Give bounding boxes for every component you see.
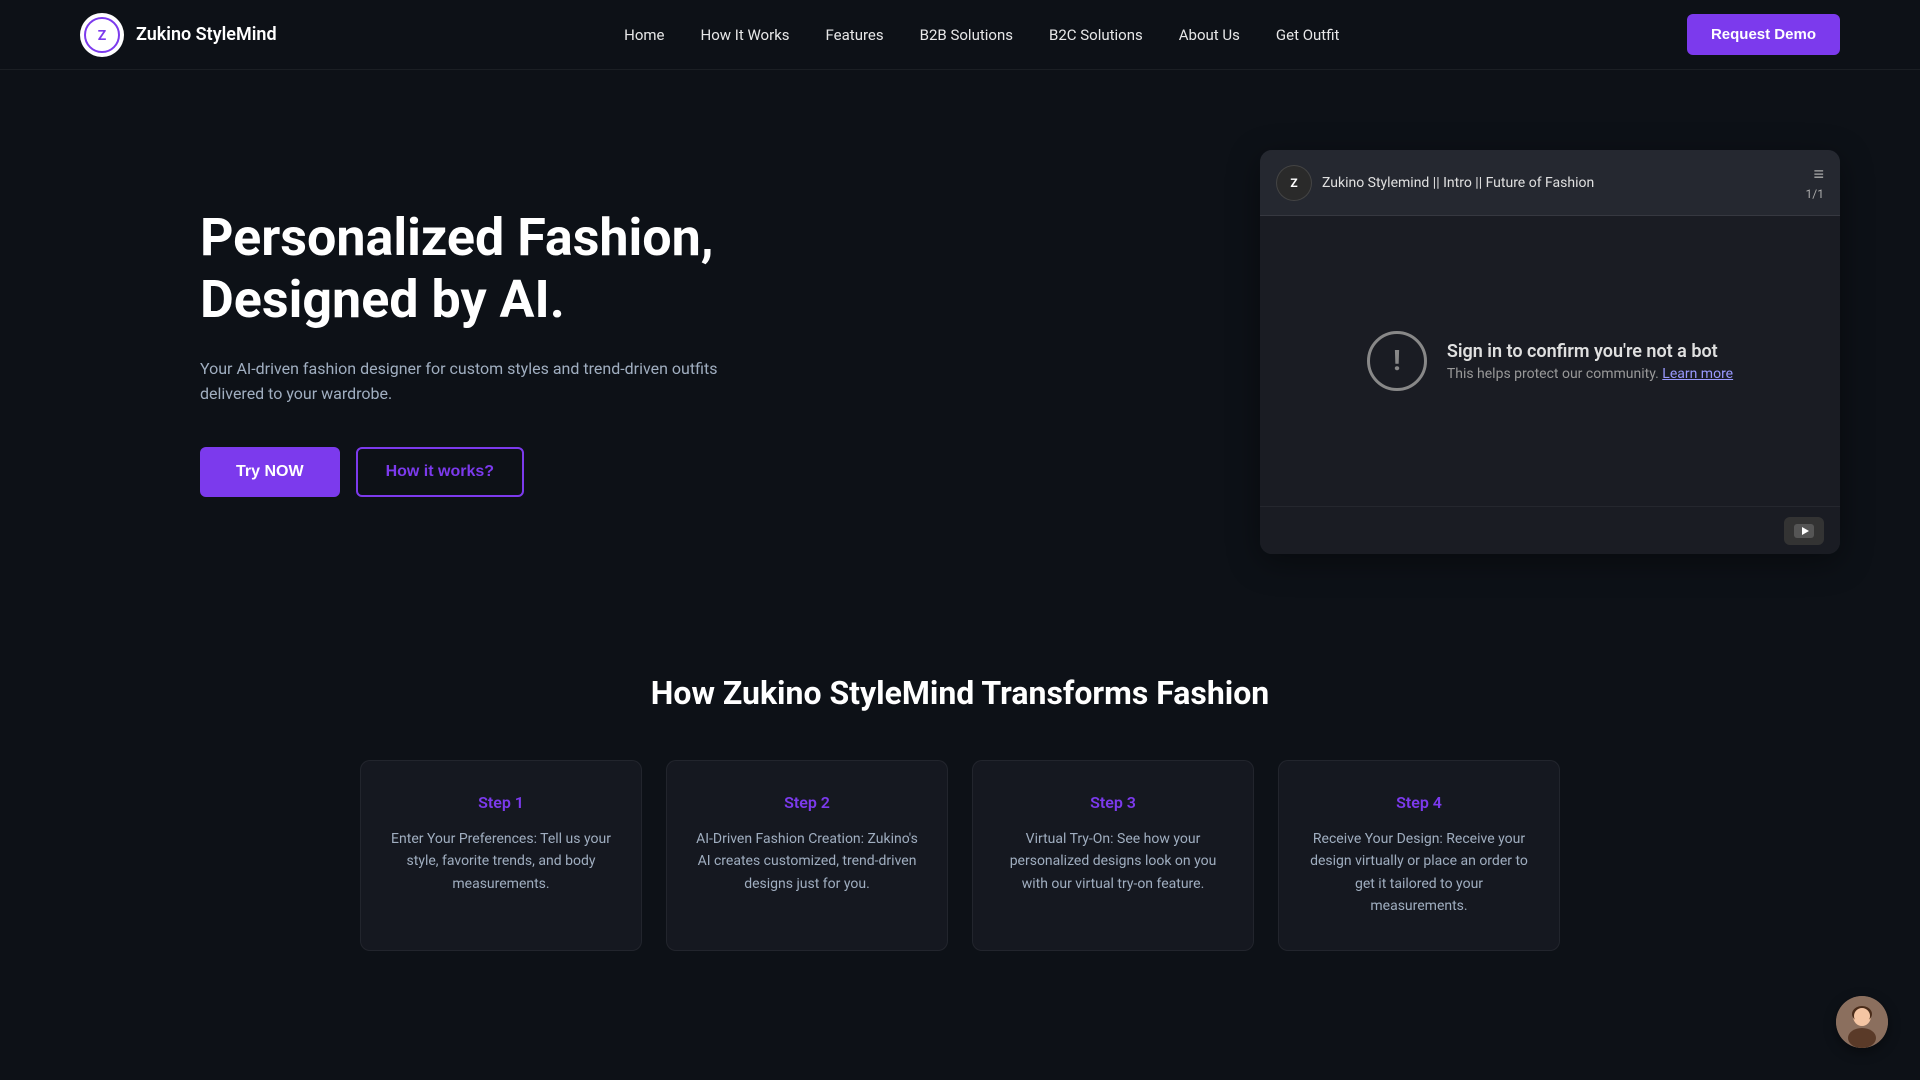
steps-grid: Step 1 Enter Your Preferences: Tell us y… — [360, 760, 1560, 951]
chat-avatar — [1836, 996, 1888, 1048]
request-demo-button[interactable]: Request Demo — [1687, 14, 1840, 55]
playlist-icon: ≡ — [1813, 164, 1824, 185]
step-card-1: Step 1 Enter Your Preferences: Tell us y… — [360, 760, 642, 951]
hero-section: Personalized Fashion, Designed by AI. Yo… — [0, 70, 1920, 614]
playlist-count: 1/1 — [1806, 187, 1824, 201]
step-card-3: Step 3 Virtual Try-On: See how your pers… — [972, 760, 1254, 951]
svg-text:Z: Z — [98, 28, 107, 44]
hero-subtitle: Your AI-driven fashion designer for cust… — [200, 356, 720, 407]
step-1-desc: Enter Your Preferences: Tell us your sty… — [389, 828, 613, 895]
step-3-desc: Virtual Try-On: See how your personalize… — [1001, 828, 1225, 895]
step-1-label: Step 1 — [389, 793, 613, 812]
video-header-left: Z Zukino Stylemind || Intro || Future of… — [1276, 165, 1594, 201]
step-2-desc: AI-Driven Fashion Creation: Zukino's AI … — [695, 828, 919, 895]
step-4-label: Step 4 — [1307, 793, 1531, 812]
how-it-works-button[interactable]: How it works? — [356, 447, 524, 497]
nav-features[interactable]: Features — [826, 26, 884, 44]
sign-in-text: Sign in to confirm you're not a bot This… — [1447, 341, 1733, 382]
sign-in-heading: Sign in to confirm you're not a bot — [1447, 341, 1733, 362]
step-card-4: Step 4 Receive Your Design: Receive your… — [1278, 760, 1560, 951]
sign-in-desc: This helps protect our community. Learn … — [1447, 366, 1733, 382]
learn-more-link[interactable]: Learn more — [1662, 366, 1733, 382]
nav-b2b[interactable]: B2B Solutions — [920, 26, 1013, 44]
video-footer — [1260, 506, 1840, 554]
navbar: Z Zukino StyleMind Home How It Works Fea… — [0, 0, 1920, 70]
try-now-button[interactable]: Try NOW — [200, 447, 340, 497]
brand[interactable]: Z Zukino StyleMind — [80, 13, 277, 57]
sign-in-prompt: ! Sign in to confirm you're not a bot Th… — [1367, 331, 1733, 391]
video-container: Z Zukino Stylemind || Intro || Future of… — [1260, 150, 1840, 554]
video-header: Z Zukino Stylemind || Intro || Future of… — [1260, 150, 1840, 216]
step-2-label: Step 2 — [695, 793, 919, 812]
nav-get-outfit[interactable]: Get Outfit — [1276, 26, 1340, 44]
video-body: ! Sign in to confirm you're not a bot Th… — [1260, 216, 1840, 506]
nav-links: Home How It Works Features B2B Solutions… — [624, 25, 1339, 44]
video-header-right: ≡ 1/1 — [1806, 164, 1824, 201]
svg-text:Z: Z — [1290, 176, 1297, 190]
nav-b2c[interactable]: B2C Solutions — [1049, 26, 1143, 44]
hero-title: Personalized Fashion, Designed by AI. — [200, 207, 820, 332]
brand-logo: Z — [80, 13, 124, 57]
nav-home[interactable]: Home — [624, 26, 664, 44]
nav-about[interactable]: About Us — [1179, 26, 1240, 44]
alert-icon: ! — [1367, 331, 1427, 391]
hero-video: Z Zukino Stylemind || Intro || Future of… — [1260, 150, 1840, 554]
how-it-works-section: How Zukino StyleMind Transforms Fashion … — [0, 614, 1920, 1031]
step-4-desc: Receive Your Design: Receive your design… — [1307, 828, 1531, 918]
nav-how-it-works[interactable]: How It Works — [701, 26, 790, 44]
hero-content: Personalized Fashion, Designed by AI. Yo… — [200, 207, 820, 497]
hero-buttons: Try NOW How it works? — [200, 447, 820, 497]
chat-widget[interactable] — [1836, 996, 1888, 1048]
video-title: Zukino Stylemind || Intro || Future of F… — [1322, 175, 1594, 191]
video-channel-avatar: Z — [1276, 165, 1312, 201]
brand-name: Zukino StyleMind — [136, 24, 277, 45]
step-3-label: Step 3 — [1001, 793, 1225, 812]
step-card-2: Step 2 AI-Driven Fashion Creation: Zukin… — [666, 760, 948, 951]
section-title: How Zukino StyleMind Transforms Fashion — [80, 674, 1840, 712]
youtube-button[interactable] — [1784, 517, 1824, 545]
